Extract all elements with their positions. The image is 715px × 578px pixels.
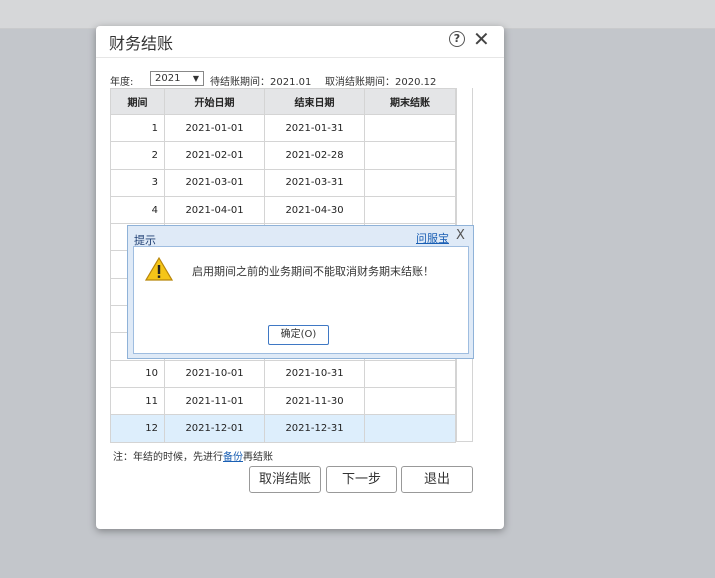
year-select[interactable]: 2021 ▼ xyxy=(150,71,204,86)
cell-period: 2 xyxy=(110,141,165,170)
cell-period: 1 xyxy=(110,113,165,143)
dialog-title: 财务结账 xyxy=(109,34,174,53)
table-row[interactable]: 4 2021-04-01 2021-04-30 xyxy=(110,195,456,225)
cell-closing xyxy=(364,386,456,416)
message-text: 启用期间之前的业务期间不能取消财务期末结账！ xyxy=(192,265,434,278)
cell-period: 11 xyxy=(110,386,165,416)
cell-start-date: 2021-11-01 xyxy=(164,386,265,416)
cell-end-date: 2021-03-31 xyxy=(264,168,365,197)
table-row[interactable]: 1 2021-01-01 2021-01-31 xyxy=(110,113,456,143)
cell-end-date: 2021-04-30 xyxy=(264,195,365,225)
cell-closing xyxy=(364,168,456,197)
pending-period: 待结账期间：2021.01 xyxy=(210,77,312,88)
table-row[interactable]: 3 2021-03-01 2021-03-31 xyxy=(110,168,456,197)
cell-start-date: 2021-02-01 xyxy=(164,141,265,170)
year-label: 年度: xyxy=(110,77,134,88)
warning-icon xyxy=(145,256,173,281)
cell-start-date: 2021-10-01 xyxy=(164,359,265,388)
cell-end-date: 2021-01-31 xyxy=(264,113,365,143)
header-period-closing: 期末结账 xyxy=(364,88,456,115)
table-header-row: 期间 开始日期 结束日期 期末结账 xyxy=(110,88,456,115)
cell-closing xyxy=(364,141,456,170)
cell-start-date: 2021-04-01 xyxy=(164,195,265,225)
cell-closing xyxy=(364,113,456,143)
top-bar xyxy=(0,0,715,29)
title-divider xyxy=(96,57,504,58)
cell-closing xyxy=(364,359,456,388)
cell-end-date: 2021-11-30 xyxy=(264,386,365,416)
table-row-selected[interactable]: 12 2021-12-01 2021-12-31 xyxy=(110,414,456,443)
note-prefix: 注：年结的时候，先进行 xyxy=(113,452,223,463)
header-end-date: 结束日期 xyxy=(264,88,365,115)
cell-period: 3 xyxy=(110,168,165,197)
cell-period: 12 xyxy=(110,414,165,443)
exit-button[interactable]: 退出 xyxy=(401,466,473,493)
cell-end-date: 2021-12-31 xyxy=(264,414,365,443)
ok-button[interactable]: 确定(O) xyxy=(268,325,329,345)
note-suffix: 再结账 xyxy=(243,452,273,463)
year-value: 2021 xyxy=(155,73,181,84)
message-body: 启用期间之前的业务期间不能取消财务期末结账！ 确定(O) xyxy=(133,246,469,354)
header-period: 期间 xyxy=(110,88,165,115)
cancel-closing-button[interactable]: 取消结账 xyxy=(249,466,321,493)
cell-start-date: 2021-03-01 xyxy=(164,168,265,197)
cell-end-date: 2021-02-28 xyxy=(264,141,365,170)
table-row[interactable]: 11 2021-11-01 2021-11-30 xyxy=(110,386,456,416)
backup-link[interactable]: 备份 xyxy=(223,452,243,463)
prompt-message-box: 提示 问服宝 X 启用期间之前的业务期间不能取消财务期末结账！ 确定(O) xyxy=(127,225,474,359)
cell-start-date: 2021-01-01 xyxy=(164,113,265,143)
table-row[interactable]: 2 2021-02-01 2021-02-28 xyxy=(110,141,456,170)
cell-start-date: 2021-12-01 xyxy=(164,414,265,443)
table-row[interactable]: 10 2021-10-01 2021-10-31 xyxy=(110,359,456,388)
close-icon[interactable]: ✕ xyxy=(473,27,490,51)
year-row: 年度: 2021 ▼ 待结账期间：2021.01 取消结账期间：2020.12 xyxy=(110,71,500,88)
header-start-date: 开始日期 xyxy=(164,88,265,115)
cell-period: 4 xyxy=(110,195,165,225)
dropdown-arrow-icon: ▼ xyxy=(192,74,199,83)
cancel-period: 取消结账期间：2020.12 xyxy=(325,77,437,88)
help-service-link[interactable]: 问服宝 xyxy=(416,230,449,246)
cell-closing xyxy=(364,195,456,225)
cell-closing xyxy=(364,414,456,443)
year-end-note: 注：年结的时候，先进行备份再结账 xyxy=(113,448,273,463)
help-icon[interactable]: ? xyxy=(449,31,465,47)
cell-period: 10 xyxy=(110,359,165,388)
next-step-button[interactable]: 下一步 xyxy=(326,466,397,493)
message-close-icon[interactable]: X xyxy=(456,228,465,243)
cell-end-date: 2021-10-31 xyxy=(264,359,365,388)
